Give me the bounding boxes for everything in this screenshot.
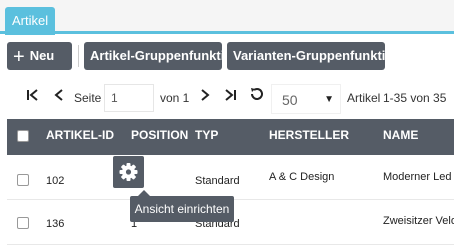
page-number-input[interactable] bbox=[104, 84, 154, 112]
cell-typ: Standard bbox=[195, 175, 240, 187]
view-settings-tooltip: Ansicht einrichten bbox=[130, 190, 234, 222]
row-checkbox[interactable] bbox=[17, 174, 29, 186]
table-row[interactable]: 102 Standard A & C Design Moderner Led bbox=[7, 156, 454, 200]
summary-prefix: Artikel bbox=[347, 91, 381, 105]
cell-name: Zweisitzer Velo bbox=[383, 215, 454, 227]
refresh-icon[interactable] bbox=[245, 86, 269, 110]
column-header-hersteller[interactable]: HERSTELLER bbox=[269, 119, 349, 152]
toolbar: + Neu Artikel-Gruppenfunktion Varianten-G… bbox=[0, 37, 454, 77]
prev-page-icon[interactable] bbox=[47, 86, 71, 110]
column-header-artikel-id[interactable]: ARTIKEL-ID bbox=[46, 119, 114, 152]
per-page-select[interactable]: 50 ▼ bbox=[271, 84, 341, 114]
article-group-function-button[interactable]: Artikel-Gruppenfunktion bbox=[84, 42, 240, 70]
new-button[interactable]: + Neu bbox=[7, 42, 72, 70]
page-of-label: von 1 bbox=[160, 91, 190, 105]
first-page-icon[interactable] bbox=[20, 86, 44, 110]
gear-icon bbox=[119, 163, 138, 181]
variant-group-function-button[interactable]: Varianten-Gruppenfunktion bbox=[227, 42, 401, 70]
column-header-position[interactable]: POSITION bbox=[131, 119, 188, 152]
cell-artikel-id: 136 bbox=[46, 218, 65, 230]
plus-icon: + bbox=[13, 46, 25, 68]
column-header-name[interactable]: NAME bbox=[383, 119, 418, 152]
per-page-value: 50 bbox=[282, 92, 298, 108]
last-page-icon[interactable] bbox=[219, 86, 243, 110]
cell-artikel-id: 102 bbox=[46, 175, 65, 187]
view-settings-button[interactable] bbox=[113, 156, 144, 188]
cell-hersteller: A & C Design bbox=[269, 171, 335, 183]
caret-down-icon: ▼ bbox=[324, 94, 334, 105]
cell-name: Moderner Led bbox=[383, 171, 452, 183]
table-header: ARTIKEL-ID POSITION TYP HERSTELLER NAME bbox=[7, 119, 454, 155]
pagination-bar: Seite von 1 50 ▼ Artikel 1-35 von 35 bbox=[0, 77, 454, 119]
next-page-icon[interactable] bbox=[193, 86, 217, 110]
column-header-typ[interactable]: TYP bbox=[195, 119, 218, 152]
select-all-checkbox[interactable] bbox=[17, 130, 29, 142]
summary-range: 1-35 von 35 bbox=[383, 91, 447, 105]
page-label: Seite bbox=[74, 91, 102, 105]
tab-artikel[interactable]: Artikel bbox=[5, 7, 56, 35]
tab-bar: Artikel bbox=[0, 0, 454, 35]
toolbar-divider bbox=[78, 45, 79, 67]
new-button-label: Neu bbox=[29, 48, 55, 63]
row-checkbox[interactable] bbox=[17, 217, 29, 229]
